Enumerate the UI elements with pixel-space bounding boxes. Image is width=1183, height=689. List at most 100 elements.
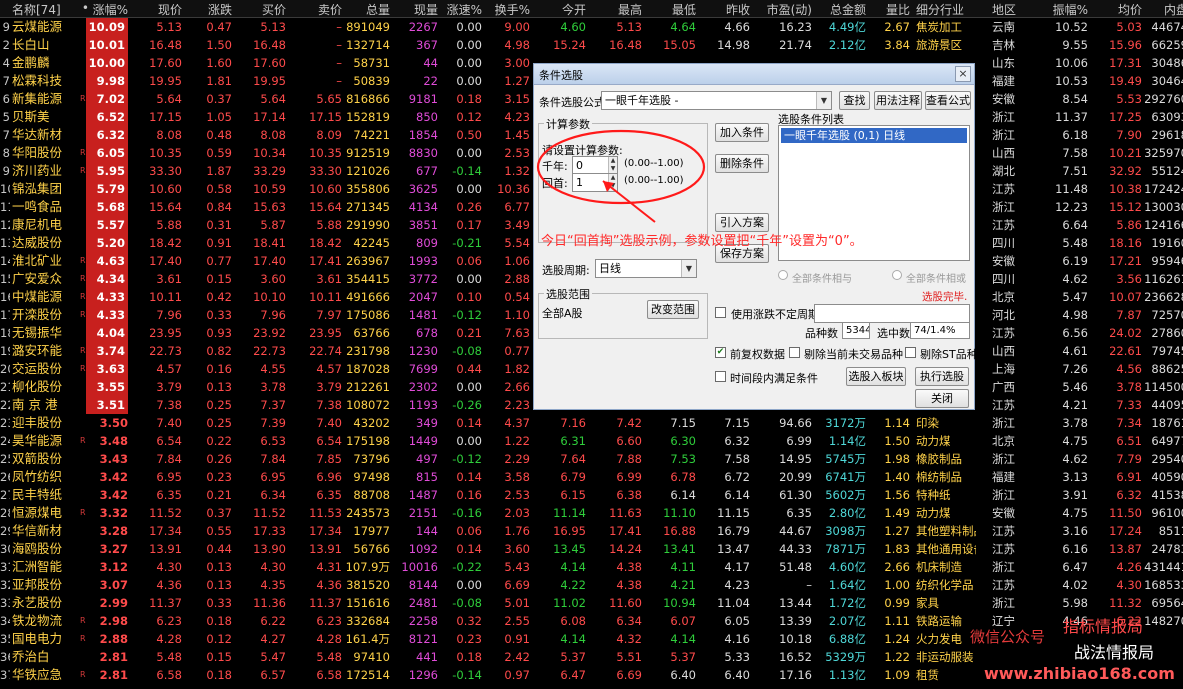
cell-diff: 0.31 bbox=[206, 218, 232, 232]
column-header-15[interactable]: 市盈(动) bbox=[752, 1, 812, 18]
table-row[interactable]: 29华信新材 3.28 17.34 0.55 17.33 17.34 17977 144 0.0… bbox=[0, 522, 1183, 540]
column-header-16[interactable]: 总金额 bbox=[814, 1, 866, 18]
table-row[interactable]: 30海鸥股份 3.27 13.91 0.44 13.90 13.91 56766 1092 0.… bbox=[0, 540, 1183, 558]
cell-idx: 30 bbox=[0, 542, 10, 556]
spinner-icon[interactable]: ▲ ▼ bbox=[608, 157, 617, 174]
table-row[interactable]: 27民丰特纸 3.42 6.35 0.21 6.34 6.35 88708 1487 0.16 2… bbox=[0, 486, 1183, 504]
cell-open: 13.45 bbox=[553, 542, 586, 556]
column-header-6[interactable]: 卖价 bbox=[288, 1, 342, 18]
cell-area: 江苏 bbox=[992, 524, 1015, 538]
table-row[interactable]: 31汇洲智能 3.12 4.30 0.13 4.30 4.31107.9万 10016 -0.… bbox=[0, 558, 1183, 576]
cell-idx: 13 bbox=[0, 236, 10, 250]
condition-list-item[interactable]: 一眼千年选股 (0,1) 日线 bbox=[781, 128, 967, 143]
spinner-icon[interactable]: ▲ ▼ bbox=[608, 174, 617, 191]
cell-amp: 11.37 bbox=[1055, 110, 1088, 124]
column-header-8[interactable]: 现量 bbox=[392, 1, 438, 18]
radio-and[interactable] bbox=[778, 270, 788, 280]
execute-screen-button[interactable]: 执行选股 bbox=[915, 367, 969, 386]
view-formula-button[interactable]: 查看公式 bbox=[925, 91, 971, 110]
cell-speed: 0.00 bbox=[456, 272, 482, 286]
column-header-0[interactable]: 名称[74] bbox=[12, 1, 70, 18]
column-header-21[interactable]: 均价 bbox=[1090, 1, 1142, 18]
cell-turn: 2.88 bbox=[504, 272, 530, 286]
usage-note-button[interactable]: 用法注释 bbox=[874, 91, 922, 110]
period-select[interactable]: 日线 ▼ bbox=[595, 259, 697, 278]
cell-ratio: 1.22 bbox=[884, 650, 910, 664]
column-header-20[interactable]: 振幅% bbox=[1034, 1, 1088, 18]
column-header-11[interactable]: 今开 bbox=[532, 1, 586, 18]
cell-area: 云南 bbox=[992, 20, 1015, 34]
column-header-17[interactable]: 量比 bbox=[868, 1, 910, 18]
formula-select[interactable]: 一眼千年选股 - ▼ bbox=[601, 91, 832, 110]
cell-price: 8.08 bbox=[156, 128, 182, 142]
cell-ratio: 1.24 bbox=[884, 632, 910, 646]
cell-bid: 11.52 bbox=[253, 506, 286, 520]
add-to-board-button[interactable]: 选股入板块 bbox=[846, 367, 906, 386]
column-header-14[interactable]: 昨收 bbox=[698, 1, 750, 18]
unfixed-period-input[interactable] bbox=[814, 304, 970, 323]
cell-cur: 815 bbox=[416, 470, 438, 484]
column-header-2[interactable]: 涨幅% bbox=[86, 1, 128, 18]
table-row[interactable]: 26凤竹纺织 3.42 6.95 0.23 6.95 6.96 97498 815 0.14 3.… bbox=[0, 468, 1183, 486]
cell-chg: 3.55 bbox=[86, 378, 128, 396]
table-row[interactable]: 23迎丰股份 3.50 7.40 0.25 7.39 7.40 43202 349 0.14 4.… bbox=[0, 414, 1183, 432]
column-header-19[interactable]: 地区 bbox=[992, 1, 1032, 18]
cell-ask: 10.11 bbox=[309, 290, 342, 304]
column-header-22[interactable]: 内盘 bbox=[1142, 1, 1183, 18]
search-button[interactable]: 查找 bbox=[839, 91, 870, 110]
close-icon[interactable]: × bbox=[955, 66, 971, 82]
cell-name: 中煤能源 bbox=[12, 289, 63, 304]
close-button[interactable]: 关闭 bbox=[915, 389, 969, 408]
cell-bid: 15.63 bbox=[253, 200, 286, 214]
table-row[interactable]: 28恒源煤电R3.3211.520.3711.5211.532435732151… bbox=[0, 504, 1183, 522]
cell-avg: 5.03 bbox=[1116, 20, 1142, 34]
radio-or[interactable] bbox=[892, 270, 902, 280]
chevron-down-icon[interactable]: ▼ bbox=[816, 92, 831, 109]
unfixed-period-checkbox[interactable] bbox=[715, 307, 726, 318]
cell-prev: 6.40 bbox=[724, 668, 750, 682]
untraded-checkbox[interactable] bbox=[789, 347, 800, 358]
column-header-13[interactable]: 最低 bbox=[644, 1, 696, 18]
column-header-5[interactable]: 买价 bbox=[234, 1, 286, 18]
cell-ratio: 1.98 bbox=[884, 452, 910, 466]
column-header-9[interactable]: 涨速% bbox=[440, 1, 482, 18]
cell-speed: 0.18 bbox=[456, 650, 482, 664]
cell-speed: -0.22 bbox=[452, 560, 482, 574]
cell-idx: 27 bbox=[0, 488, 10, 502]
chevron-down-icon[interactable]: ▼ bbox=[681, 260, 696, 277]
timesection-checkbox[interactable] bbox=[715, 371, 726, 382]
add-condition-button[interactable]: 加入条件 bbox=[715, 123, 769, 142]
column-header-4[interactable]: 涨跌 bbox=[184, 1, 232, 18]
cell-ratio: 1.49 bbox=[884, 506, 910, 520]
table-row[interactable]: 2 长白山 10.01 16.48 1.50 16.48 –132714 367 0.00 4.9… bbox=[0, 36, 1183, 54]
st-checkbox[interactable] bbox=[905, 347, 916, 358]
cell-prev: 4.66 bbox=[724, 20, 750, 34]
delete-condition-button[interactable]: 删除条件 bbox=[715, 154, 769, 173]
cell-area: 安徽 bbox=[992, 92, 1015, 106]
dialog-titlebar[interactable]: 条件选股 × bbox=[534, 64, 974, 85]
cell-chg: 6.05 bbox=[86, 144, 128, 162]
cell-diff: 0.16 bbox=[206, 362, 232, 376]
change-range-button[interactable]: 改变范围 bbox=[647, 300, 699, 319]
param-huishou-input[interactable]: 1 ▲ ▼ bbox=[572, 173, 618, 192]
cell-name: 汇洲智能 bbox=[12, 559, 63, 574]
column-header-12[interactable]: 最高 bbox=[588, 1, 642, 18]
cell-prev: 14.98 bbox=[717, 38, 750, 52]
column-header-18[interactable]: 细分行业 bbox=[916, 1, 982, 18]
cell-bid: 7.96 bbox=[260, 308, 286, 322]
table-row[interactable]: 33永艺股份 2.99 11.37 0.33 11.36 11.37 151616 2481-… bbox=[0, 594, 1183, 612]
watermark-line3: 战法情报局 bbox=[1074, 643, 1155, 662]
cell-amp: 5.46 bbox=[1062, 380, 1088, 394]
cell-vol: 912519 bbox=[346, 146, 390, 160]
column-header-10[interactable]: 换手% bbox=[484, 1, 530, 18]
column-header-3[interactable]: 现价 bbox=[130, 1, 182, 18]
table-row[interactable]: 9 云煤能源 10.09 5.13 0.47 5.13 –891049 2267 0.00 9.0… bbox=[0, 18, 1183, 36]
table-row[interactable]: 25双箭股份 3.43 7.84 0.26 7.84 7.85 73796 497 -0.12 2… bbox=[0, 450, 1183, 468]
table-row[interactable]: 32亚邦股份 3.07 4.36 0.13 4.35 4.36 381520 8144 0.00… bbox=[0, 576, 1183, 594]
cell-ask: 4.28 bbox=[316, 632, 342, 646]
prefq-checkbox[interactable]: ✔ bbox=[715, 347, 726, 358]
table-row[interactable]: 24昊华能源R3.486.540.226.536.5417519814490.0… bbox=[0, 432, 1183, 450]
cell-diff: 0.13 bbox=[206, 578, 232, 592]
cell-idx: 5 bbox=[2, 110, 10, 124]
column-header-7[interactable]: 总量 bbox=[344, 1, 390, 18]
